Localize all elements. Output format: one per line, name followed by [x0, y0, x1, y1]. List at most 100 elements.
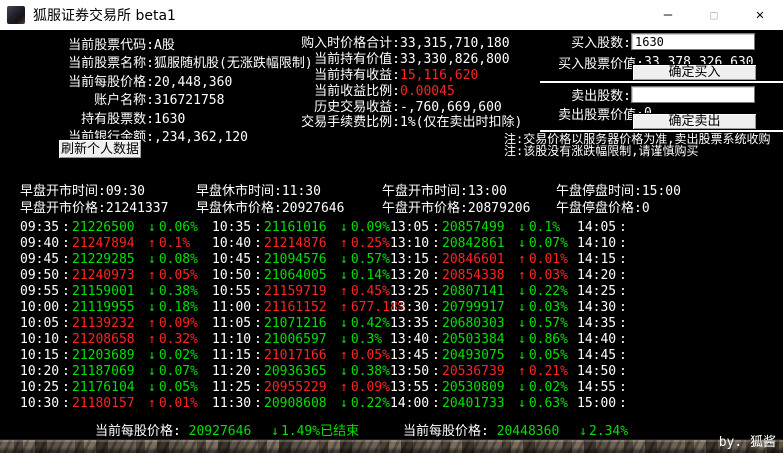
- session-time-row: 早盘开市时间:09:30: [20, 183, 168, 200]
- account-line: 当前股票代码: A股: [62, 37, 313, 55]
- change-arrow-icon: ↑: [340, 348, 348, 364]
- session-price-row: 早盘开市价格:21241337: [20, 200, 168, 217]
- field-label: 购入时价格合计:: [300, 36, 400, 52]
- field-value: 1%(仅在卖出时扣除): [400, 115, 522, 131]
- quote-colon: :: [619, 268, 629, 284]
- field-value: 0.00045: [400, 84, 455, 100]
- quote-change: ↑0.21%: [518, 364, 568, 380]
- quote-time: 09:35: [20, 220, 62, 236]
- change-pct: 0.02%: [159, 348, 198, 364]
- change-pct: 0.18%: [159, 300, 198, 316]
- change-pct: 0.05%: [529, 348, 568, 364]
- quote-colon: :: [62, 284, 72, 300]
- change-pct: 0.22%: [351, 396, 390, 412]
- quote-price: 21159001: [72, 284, 148, 300]
- quote-time: 13:05: [390, 220, 432, 236]
- quote-row: 10:05 : 21139232 ↑0.09%: [20, 316, 220, 332]
- change-pct: 0.02%: [529, 380, 568, 396]
- session-price: 0: [642, 201, 650, 216]
- field-label: 交易手续费比例:: [300, 115, 400, 131]
- quote-change: ↓0.07%: [518, 236, 568, 252]
- quote-change: [705, 268, 708, 284]
- session-headers: 早盘开市时间:09:30 早盘开市价格:21241337 早盘休市时间:11:3…: [0, 183, 783, 217]
- quote-change: [705, 284, 708, 300]
- title-bar[interactable]: 狐服证券交易所 beta1 — □ ✕: [0, 0, 783, 30]
- change-arrow-icon: ↑: [148, 396, 156, 412]
- quote-change: ↓0.1%: [518, 220, 560, 236]
- quote-column-afternoon-2: 14:05 : 14:10 : 14:15 : 14:20 :: [577, 220, 777, 412]
- close-icon[interactable]: ✕: [737, 0, 783, 30]
- change-pct: 0.01%: [529, 252, 568, 268]
- quote-price: 21006597: [264, 332, 340, 348]
- quote-row: 14:00 : 20401733 ↓0.63%: [390, 396, 590, 412]
- summary-pct: 1.49%: [281, 424, 320, 439]
- quote-colon: :: [432, 284, 442, 300]
- quote-price: 21161016: [264, 220, 340, 236]
- quote-change: [705, 364, 708, 380]
- holdings-panel: 购入时价格合计: 33,315,710,180 当前持有价值: 33,330,8…: [300, 36, 522, 131]
- change-pct: 0.06%: [159, 220, 198, 236]
- change-arrow-icon: ↓: [148, 220, 156, 236]
- quote-price: [629, 252, 705, 268]
- quote-colon: :: [432, 364, 442, 380]
- change-arrow-icon: ↓: [148, 284, 156, 300]
- quote-row: 14:15 :: [577, 252, 777, 268]
- quote-change: ↓0.3%: [340, 332, 382, 348]
- buy-qty-input[interactable]: [631, 33, 755, 50]
- quote-row: 14:50 :: [577, 364, 777, 380]
- quote-time: 14:10: [577, 236, 619, 252]
- change-pct: 0.03%: [529, 268, 568, 284]
- quote-time: 10:50: [212, 268, 254, 284]
- quote-change: ↑0.45%: [340, 284, 390, 300]
- quote-colon: :: [62, 396, 72, 412]
- change-arrow-icon: ↑: [340, 380, 348, 396]
- quote-price: 20846601: [442, 252, 518, 268]
- change-arrow-icon: ↓: [518, 236, 526, 252]
- quote-time: 14:20: [577, 268, 619, 284]
- holdings-line: 当前收益比例: 0.00045: [300, 84, 522, 100]
- quote-price: 20955229: [264, 380, 340, 396]
- quote-time: 14:00: [390, 396, 432, 412]
- field-value: A股: [154, 37, 175, 55]
- sell-qty-input[interactable]: [631, 86, 755, 103]
- quote-colon: :: [254, 236, 264, 252]
- quote-price: 21139232: [72, 316, 148, 332]
- change-arrow-icon: ↑: [340, 236, 348, 252]
- window-controls: — □ ✕: [645, 0, 783, 30]
- minimize-icon[interactable]: —: [645, 0, 691, 30]
- quote-time: 13:30: [390, 300, 432, 316]
- quote-row: 10:15 : 21203689 ↓0.02%: [20, 348, 220, 364]
- session-price-label: 早盘开市价格:: [20, 201, 106, 216]
- quote-price: 20503384: [442, 332, 518, 348]
- quote-time: 14:25: [577, 284, 619, 300]
- change-arrow-icon: ↓: [148, 380, 156, 396]
- quote-row: 10:45 : 21094576 ↓0.57%: [212, 252, 412, 268]
- window-title: 狐服证券交易所 beta1: [33, 5, 176, 25]
- quote-price: 20854338: [442, 268, 518, 284]
- quote-price: 20807141: [442, 284, 518, 300]
- quote-price: [629, 284, 705, 300]
- quote-colon: :: [254, 348, 264, 364]
- quote-price: 21187069: [72, 364, 148, 380]
- confirm-buy-button[interactable]: 确定买入: [632, 64, 757, 81]
- quote-time: 09:45: [20, 252, 62, 268]
- quote-row: 13:15 : 20846601 ↑0.01%: [390, 252, 590, 268]
- session-time: 13:00: [468, 184, 507, 199]
- maximize-icon[interactable]: □: [691, 0, 737, 30]
- quote-row: 10:35 : 21161016 ↓0.09%: [212, 220, 412, 236]
- quote-row: 10:30 : 21180157 ↑0.01%: [20, 396, 220, 412]
- summary-price: 20927646: [189, 424, 252, 439]
- quote-colon: :: [254, 364, 264, 380]
- quote-time: 14:45: [577, 348, 619, 364]
- quote-price: 21017166: [264, 348, 340, 364]
- session-block: 午盘停盘时间:15:00 午盘停盘价格:0: [556, 183, 681, 217]
- quote-row: 09:40 : 21247894 ↑0.1%: [20, 236, 220, 252]
- quote-price: [629, 332, 705, 348]
- quote-price: [629, 364, 705, 380]
- quote-row: 09:50 : 21240973 ↑0.05%: [20, 268, 220, 284]
- refresh-personal-data-button[interactable]: 刷新个人数据: [58, 139, 142, 159]
- quote-price: 21214876: [264, 236, 340, 252]
- quote-colon: :: [254, 332, 264, 348]
- confirm-sell-button[interactable]: 确定卖出: [632, 113, 757, 130]
- change-arrow-icon: ↓: [518, 220, 526, 236]
